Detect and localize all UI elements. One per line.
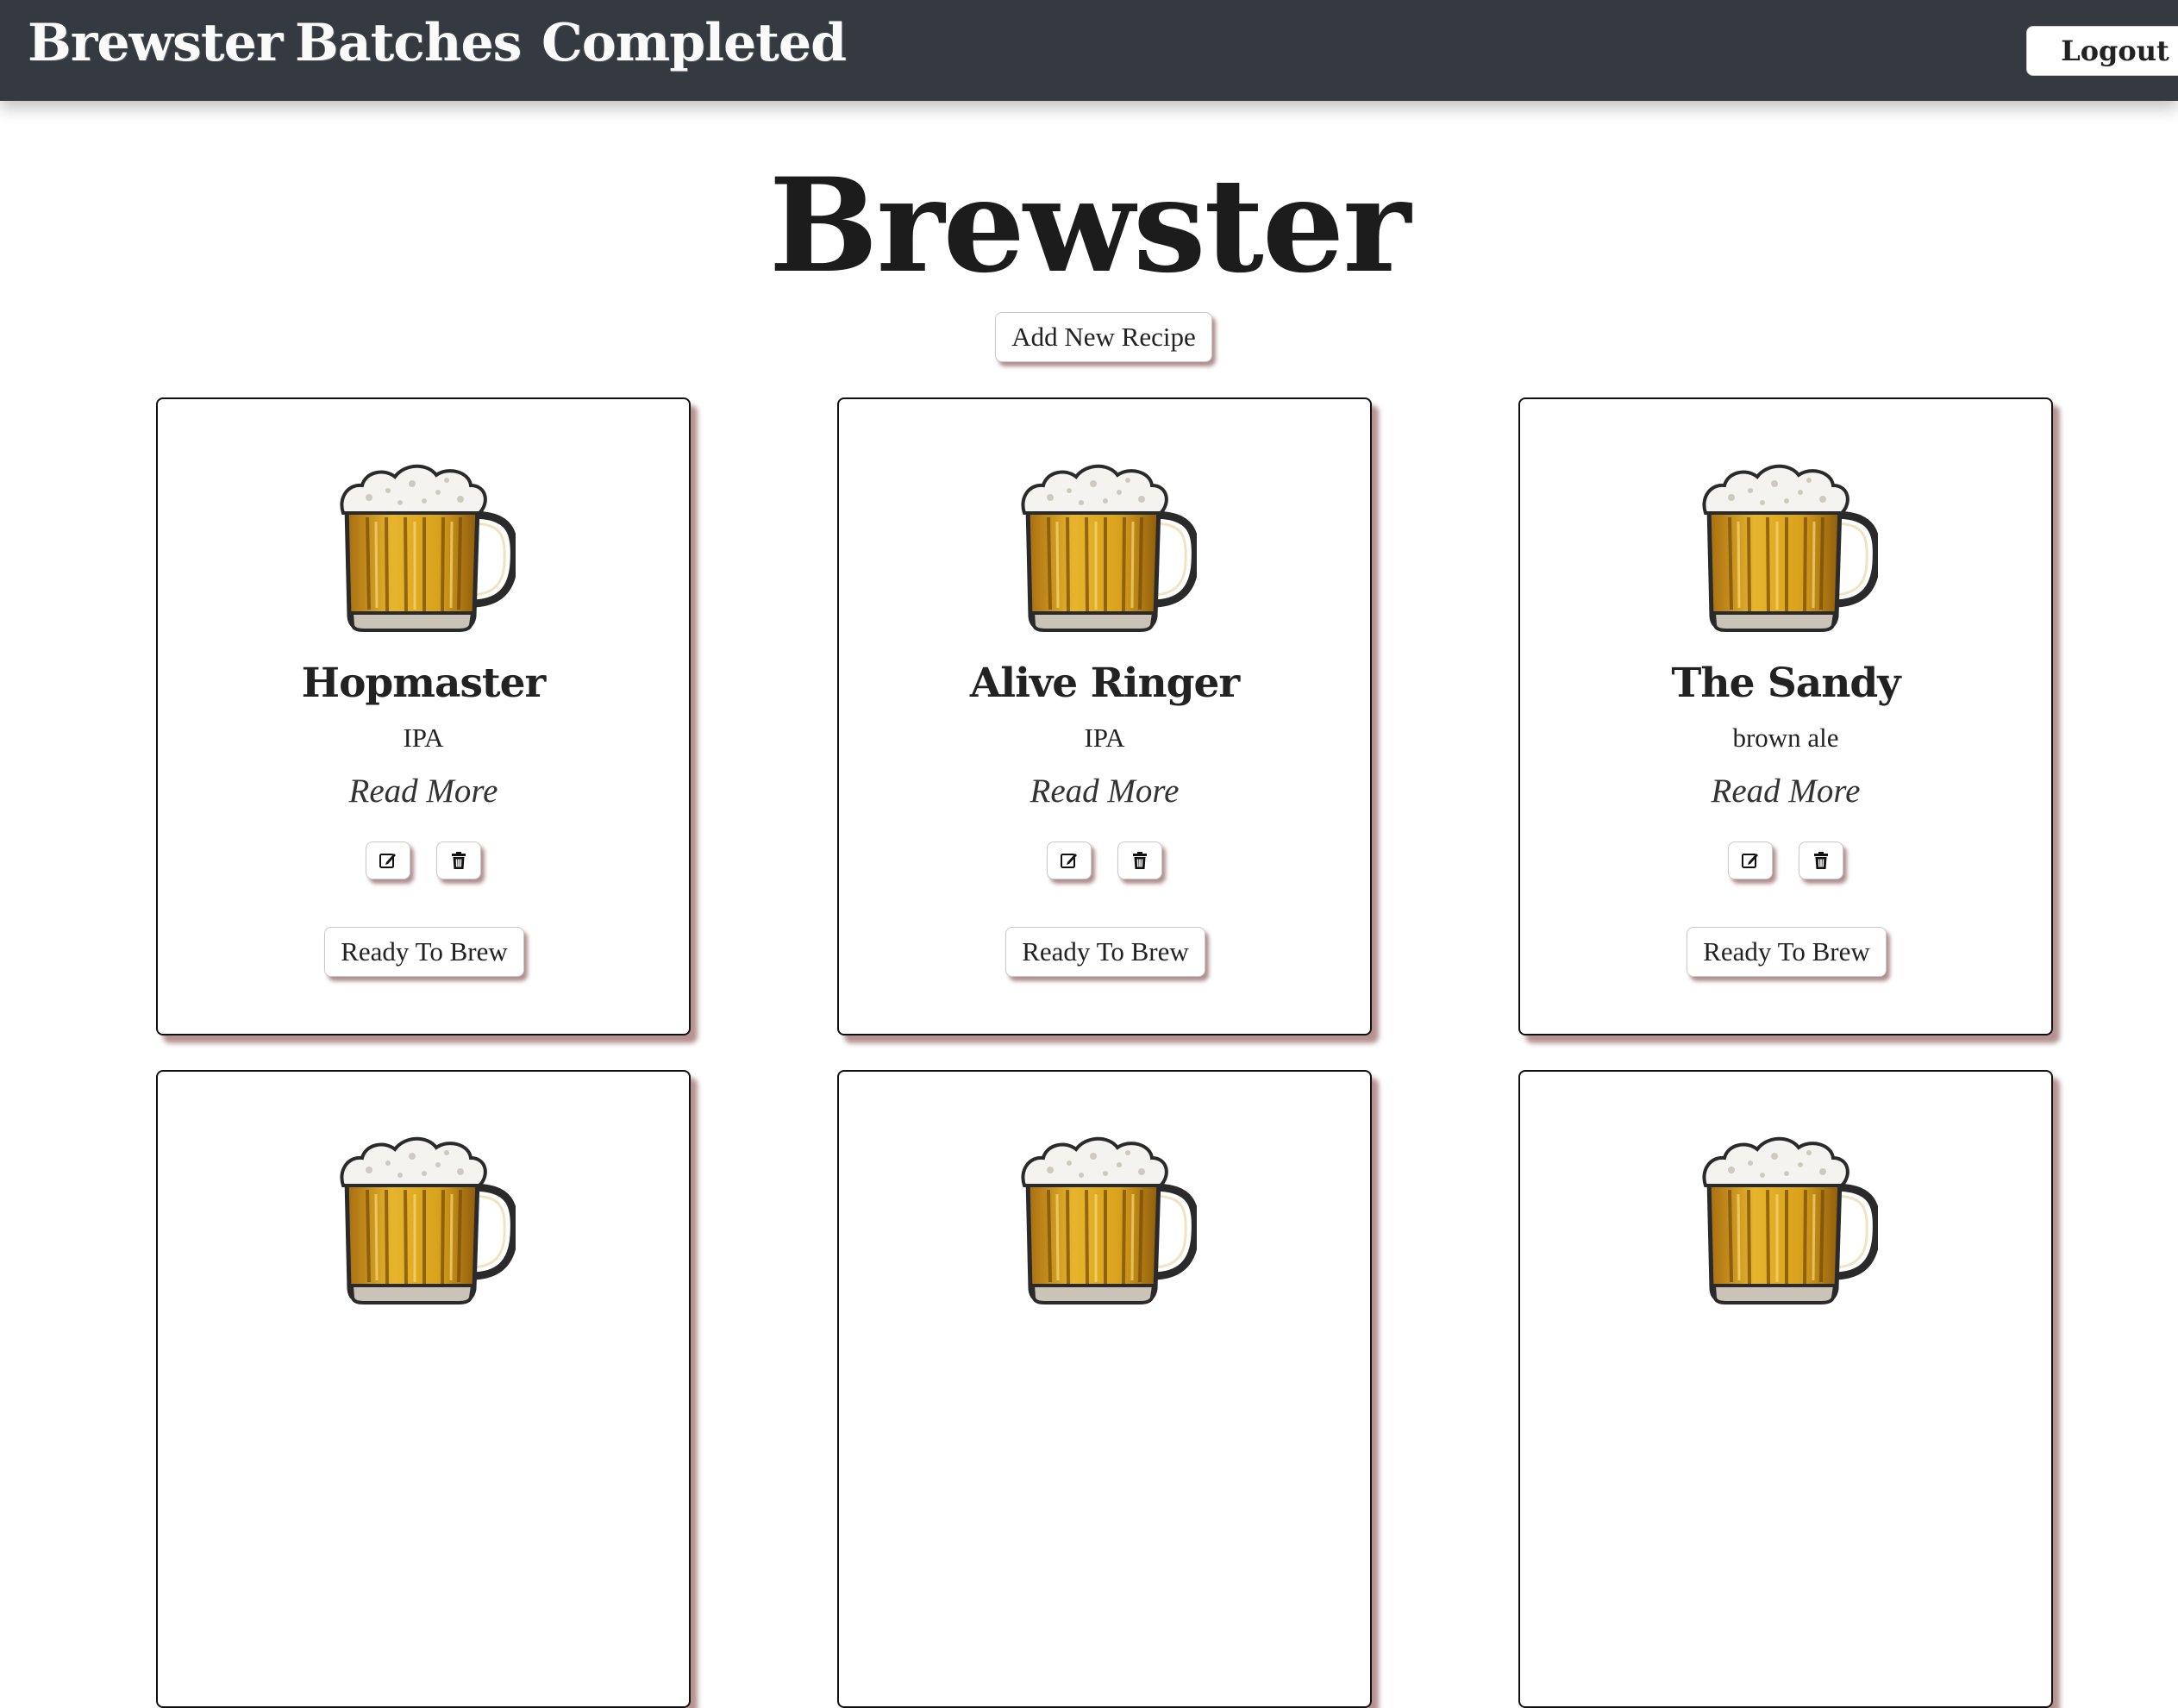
ready-to-brew-button[interactable]: Ready To Brew <box>1687 927 1887 977</box>
recipe-card <box>837 1070 1372 1708</box>
recipe-card: Hopmaster IPA Read More Ready To Brew <box>156 397 691 1035</box>
recipe-name: Alive Ringer <box>969 660 1240 707</box>
edit-button[interactable] <box>366 841 410 879</box>
trash-icon <box>1130 850 1150 871</box>
page-title: Brewster <box>768 150 1411 302</box>
add-new-recipe-button[interactable]: Add New Recipe <box>995 312 1212 362</box>
ready-to-brew-button[interactable]: Ready To Brew <box>324 927 524 977</box>
recipe-name: Hopmaster <box>301 660 547 707</box>
recipe-card <box>1518 1070 2053 1708</box>
nav-link-completed[interactable]: Completed <box>541 9 847 78</box>
edit-icon <box>378 850 398 871</box>
delete-button[interactable] <box>1117 841 1162 879</box>
recipe-style: IPA <box>1084 723 1125 753</box>
recipe-card: The Sandy brown ale Read More Ready To B… <box>1518 397 2053 1035</box>
delete-button[interactable] <box>1799 841 1843 879</box>
edit-icon <box>1740 850 1761 871</box>
edit-button[interactable] <box>1047 841 1092 879</box>
beer-mug-icon <box>335 1125 516 1306</box>
recipe-style: brown ale <box>1732 723 1839 753</box>
recipe-card: Alive Ringer IPA Read More Ready To Brew <box>837 397 1372 1035</box>
beer-mug-icon <box>1697 453 1878 634</box>
delete-button[interactable] <box>436 841 481 879</box>
recipe-card <box>156 1070 691 1708</box>
logout-button[interactable]: Logout <box>2026 26 2178 76</box>
beer-mug-icon <box>335 453 516 634</box>
recipe-name: The Sandy <box>1671 660 1900 707</box>
beer-mug-icon <box>1016 1125 1197 1306</box>
read-more-link[interactable]: Read More <box>158 770 689 813</box>
beer-mug-icon <box>1697 1125 1878 1306</box>
nav-brand-link[interactable]: Brewster <box>28 9 283 78</box>
read-more-link[interactable]: Read More <box>1520 770 2051 813</box>
edit-icon <box>1059 850 1080 871</box>
trash-icon <box>1811 850 1831 871</box>
beer-mug-icon <box>1016 453 1197 634</box>
ready-to-brew-button[interactable]: Ready To Brew <box>1005 927 1205 977</box>
recipe-style: IPA <box>403 723 444 753</box>
edit-button[interactable] <box>1728 841 1773 879</box>
read-more-link[interactable]: Read More <box>839 770 1370 813</box>
trash-icon <box>448 850 469 871</box>
nav-link-batches[interactable]: Batches <box>295 9 522 78</box>
navbar: Brewster Batches Completed Logout <box>0 0 2178 101</box>
